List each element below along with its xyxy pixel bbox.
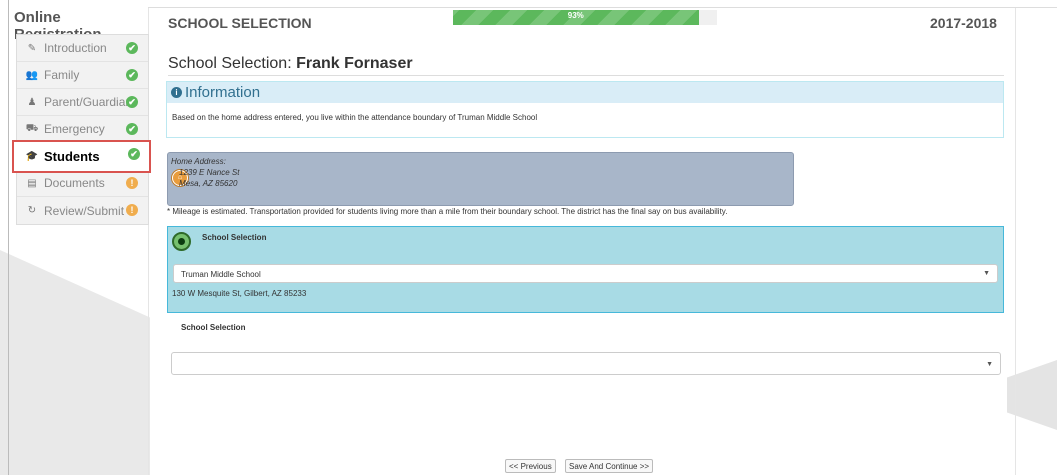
school-select-2[interactable]: ▼ bbox=[171, 352, 1001, 375]
home-address-line2: Mesa, AZ 85620 bbox=[179, 179, 238, 188]
school-address: 130 W Mesquite St, Gilbert, AZ 85233 bbox=[172, 289, 307, 298]
sidebar-nav: ✎ Introduction ✔ 👥 Family ✔ ♟ Parent/Gua… bbox=[12, 34, 151, 225]
sidebar-item-label: Introduction bbox=[44, 41, 107, 55]
divider bbox=[168, 75, 1004, 76]
info-panel-header: i Information bbox=[167, 82, 1003, 103]
sidebar-item-review-submit[interactable]: ↻ Review/Submit ! bbox=[17, 197, 148, 224]
sidebar-item-label: Review/Submit bbox=[44, 203, 125, 218]
sidebar-item-label: Emergency bbox=[44, 122, 105, 136]
sidebar-item-introduction[interactable]: ✎ Introduction ✔ bbox=[17, 35, 148, 62]
school-selection-title-2: School Selection bbox=[181, 323, 246, 332]
divider bbox=[8, 0, 9, 475]
check-icon: ✔ bbox=[126, 96, 138, 108]
sidebar-item-emergency[interactable]: ⛟ Emergency ✔ bbox=[17, 116, 148, 143]
save-and-continue-button[interactable]: Save And Continue >> bbox=[565, 459, 654, 473]
check-icon: ✔ bbox=[128, 148, 140, 160]
home-address-line1: 1239 E Nance St bbox=[179, 168, 240, 177]
home-address-label: Home Address: bbox=[171, 157, 226, 166]
sidebar-item-students[interactable]: 🎓 Students ✔ bbox=[12, 140, 151, 173]
check-icon: ✔ bbox=[126, 69, 138, 81]
info-message: Based on the home address entered, you l… bbox=[172, 113, 538, 122]
graduation-cap-icon: 🎓 bbox=[25, 150, 39, 162]
divider bbox=[148, 7, 1057, 8]
sidebar-item-label: Parent/Guardian bbox=[44, 95, 133, 109]
check-icon: ✔ bbox=[126, 42, 138, 54]
school-selection-panel: School Selection Truman Middle School ▼ … bbox=[167, 226, 1004, 313]
file-icon: ▤ bbox=[27, 177, 37, 189]
section-title: SCHOOL SELECTION bbox=[168, 15, 312, 31]
person-icon: ♟ bbox=[27, 96, 37, 108]
mileage-note: * Mileage is estimated. Transportation p… bbox=[167, 207, 728, 216]
background-shape bbox=[0, 250, 150, 475]
info-icon: i bbox=[171, 87, 182, 98]
divider bbox=[1015, 8, 1016, 475]
school-year: 2017-2018 bbox=[930, 15, 997, 31]
info-panel: i Information Based on the home address … bbox=[166, 81, 1004, 138]
map-pin-icon bbox=[172, 232, 191, 251]
school-selection-title: School Selection bbox=[202, 233, 267, 242]
pencil-icon: ✎ bbox=[27, 42, 37, 54]
page-title: School Selection: Frank Fornaser bbox=[168, 55, 413, 73]
warning-icon: ! bbox=[126, 177, 138, 189]
sidebar-item-family[interactable]: 👥 Family ✔ bbox=[17, 62, 148, 89]
sidebar-item-documents[interactable]: ▤ Documents ! bbox=[17, 170, 148, 197]
chevron-down-icon: ▼ bbox=[986, 361, 993, 368]
ambulance-icon: ⛟ bbox=[25, 122, 39, 134]
users-icon: 👥 bbox=[25, 69, 39, 81]
student-name: Frank Fornaser bbox=[296, 55, 413, 72]
info-heading: Information bbox=[185, 84, 261, 101]
previous-button[interactable]: << Previous bbox=[505, 459, 556, 473]
progress-fill: 93% bbox=[453, 10, 699, 25]
warning-icon: ! bbox=[126, 204, 138, 216]
sidebar-item-label: Family bbox=[44, 68, 80, 82]
school-select[interactable]: Truman Middle School ▼ bbox=[173, 264, 998, 283]
sidebar-item-parent-guardian[interactable]: ♟ Parent/Guardian ✔ bbox=[17, 89, 148, 116]
page-title-prefix: School Selection: bbox=[168, 55, 297, 72]
refresh-icon: ↻ bbox=[27, 205, 37, 216]
check-icon: ✔ bbox=[126, 123, 138, 135]
school-select-value: Truman Middle School bbox=[181, 270, 261, 279]
sidebar-item-label: Documents bbox=[44, 176, 105, 190]
progress-label: 93% bbox=[567, 11, 584, 20]
chevron-down-icon: ▼ bbox=[983, 270, 990, 277]
home-address-box: Home Address: ⌂ 1239 E Nance St Mesa, AZ… bbox=[167, 152, 794, 206]
progress-bar: 93% bbox=[453, 10, 717, 25]
sidebar-item-label: Students bbox=[44, 148, 100, 164]
